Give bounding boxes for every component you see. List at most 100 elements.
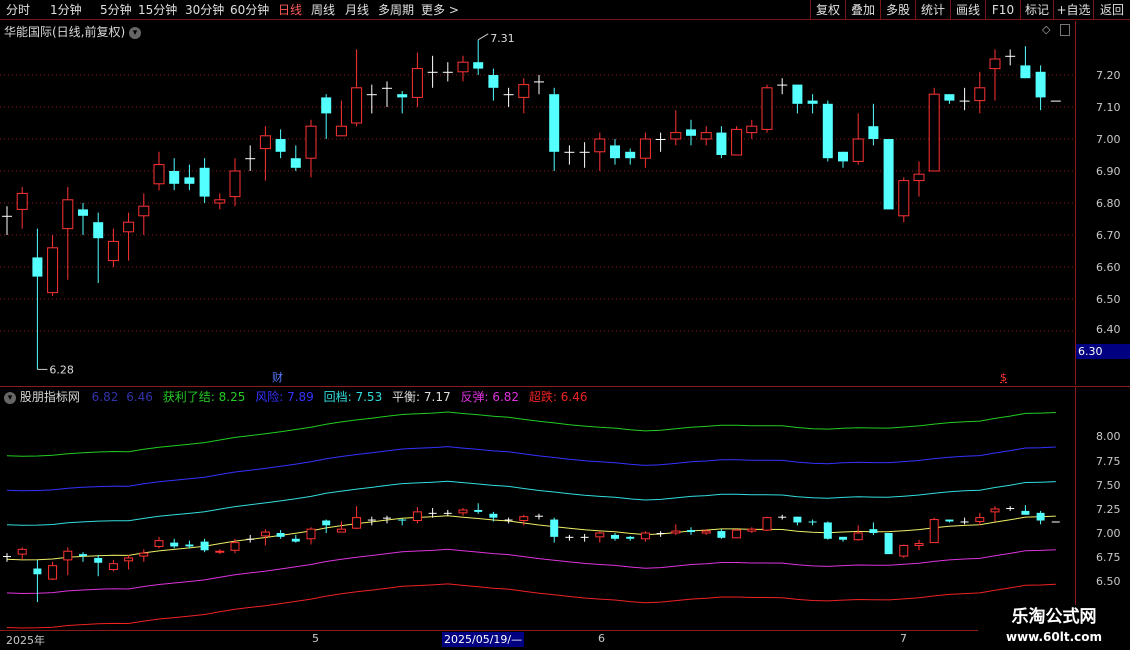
restore-rights-button[interactable]: 复权 (810, 0, 845, 20)
indicator-candle-body (3, 556, 11, 558)
indicator-candle-body (367, 519, 376, 521)
price-candle-body (1005, 55, 1016, 57)
indicator-candle-body (322, 520, 331, 526)
indicator-candle-body (124, 557, 134, 562)
indicator-candle-body (17, 548, 27, 555)
tab-fenshi[interactable]: 分时 (6, 2, 30, 18)
indicator-line (6, 411, 1056, 457)
top-toolbar: 分时 1分钟 5分钟 15分钟 30分钟 60分钟 日线 周线 月线 多周期 更… (0, 0, 1130, 20)
price-candle-body (123, 221, 135, 233)
indicator-candle-body (671, 530, 681, 534)
indicator-candle-body (839, 536, 847, 540)
indicator-candle-body (260, 531, 270, 537)
draw-line-button[interactable]: 画线 (950, 0, 985, 20)
indicator-axis-label: 7.75 (1096, 455, 1121, 468)
indicator-axis-label: 8.00 (1096, 430, 1121, 443)
date-label-month: 7 (900, 632, 907, 645)
chevron-down-icon[interactable]: ▾ (129, 26, 142, 39)
price-axis-label: 6.80 (1096, 197, 1121, 210)
indicator-candle-body (474, 509, 483, 512)
indicator-candle-body (778, 516, 787, 518)
indicator-candle-body (960, 521, 969, 523)
price-candle-body (959, 100, 970, 102)
tab-daily[interactable]: 日线 (278, 2, 302, 18)
multi-stock-button[interactable]: 多股 (880, 0, 915, 20)
indicator-title: ▾ 股朋指标网 6.82 6.46 获利了结: 8.25 风险: 7.89 回档… (4, 388, 587, 405)
indicator-candle-body (398, 519, 407, 521)
indicator-candle-body (535, 515, 543, 517)
price-chart[interactable]: 7.31 6.28 财 $ (0, 21, 1075, 385)
price-candle-body (457, 61, 469, 73)
tab-1min[interactable]: 1分钟 (50, 2, 82, 18)
price-candle-body (275, 139, 286, 152)
indicator-candle-body (550, 519, 559, 537)
indicator-candle-body (793, 516, 802, 523)
indicator-candle-body (1036, 512, 1045, 521)
statistics-button[interactable]: 统计 (915, 0, 950, 20)
price-candle-body (503, 94, 514, 96)
tab-multi-period[interactable]: 多周期 (378, 2, 414, 18)
price-candle-body (746, 125, 758, 134)
indicator-chart[interactable] (0, 387, 1075, 631)
tab-30min[interactable]: 30分钟 (185, 2, 224, 18)
date-label-year: 2025年 (6, 634, 45, 647)
date-label-month: 5 (312, 632, 319, 645)
indicator-line (6, 515, 1056, 561)
indicator-candle-body (808, 521, 817, 523)
add-watchlist-button[interactable]: +自选 (1053, 0, 1093, 20)
tab-more[interactable]: 更多 > (421, 2, 459, 18)
date-label-month: 6 (598, 632, 605, 645)
price-candle-body (792, 84, 803, 104)
price-candle-body (16, 192, 28, 210)
f10-button[interactable]: F10 (985, 0, 1020, 20)
tab-60min[interactable]: 60分钟 (230, 2, 269, 18)
price-candle-body (777, 84, 788, 86)
price-candle-body (411, 68, 423, 98)
indicator-axis-label: 7.25 (1096, 503, 1121, 516)
indicator-candle-body (1006, 508, 1015, 510)
price-candle-body (427, 71, 438, 73)
indicator-candle-body (200, 541, 209, 551)
price-candle-body (838, 151, 848, 162)
price-candle-body (716, 132, 727, 155)
tab-weekly[interactable]: 周线 (311, 2, 335, 18)
back-button[interactable]: 返回 (1093, 0, 1130, 20)
tab-15min[interactable]: 15分钟 (138, 2, 177, 18)
scroll-icon[interactable] (1060, 24, 1070, 36)
collapse-icon[interactable]: ▾ (4, 391, 16, 404)
indicator-candle-body (276, 533, 285, 537)
indicator-candle-body (443, 512, 452, 514)
line-label-balance: 平衡 (392, 390, 417, 404)
price-candle-body (807, 100, 818, 104)
price-candle-body (913, 173, 925, 182)
indicator-candle-body (975, 517, 985, 522)
price-candle-body (321, 97, 332, 114)
price-candle-body (229, 170, 241, 198)
mark-button[interactable]: 标记 (1020, 0, 1053, 20)
line-label-profit: 获利了结 (162, 390, 211, 404)
price-candle-body (655, 139, 666, 140)
indicator-candle-body (33, 568, 42, 575)
indicator-candle-body (246, 538, 255, 540)
price-candle-body (974, 87, 986, 102)
price-panel[interactable]: 7.31 6.28 财 $ 华能国际(日线,前复权) ▾ ◇ (0, 21, 1075, 385)
price-candle-body (822, 103, 833, 159)
indicator-axis-label: 7.50 (1096, 479, 1121, 492)
price-candle-body (928, 93, 940, 172)
indicator-candle-body (899, 544, 909, 557)
tab-5min[interactable]: 5分钟 (100, 2, 132, 18)
line-label-pullback: 回档 (323, 390, 348, 404)
price-candle-body (594, 138, 606, 153)
price-candle-body (898, 180, 910, 217)
price-candle-body (852, 138, 864, 162)
indicator-panel[interactable]: ▾ 股朋指标网 6.82 6.46 获利了结: 8.25 风险: 7.89 回档… (0, 386, 1075, 630)
indicator-candle-body (1051, 521, 1060, 523)
price-axis-label: 7.10 (1096, 101, 1121, 114)
tab-monthly[interactable]: 月线 (345, 2, 369, 18)
watermark: 乐淘公式网 www.60lt.com (978, 605, 1130, 650)
diamond-icon[interactable]: ◇ (1042, 23, 1050, 36)
indicator-candle-body (291, 538, 300, 542)
price-candle-body (335, 125, 347, 137)
overlay-button[interactable]: 叠加 (845, 0, 880, 20)
price-candle-body (366, 94, 377, 96)
